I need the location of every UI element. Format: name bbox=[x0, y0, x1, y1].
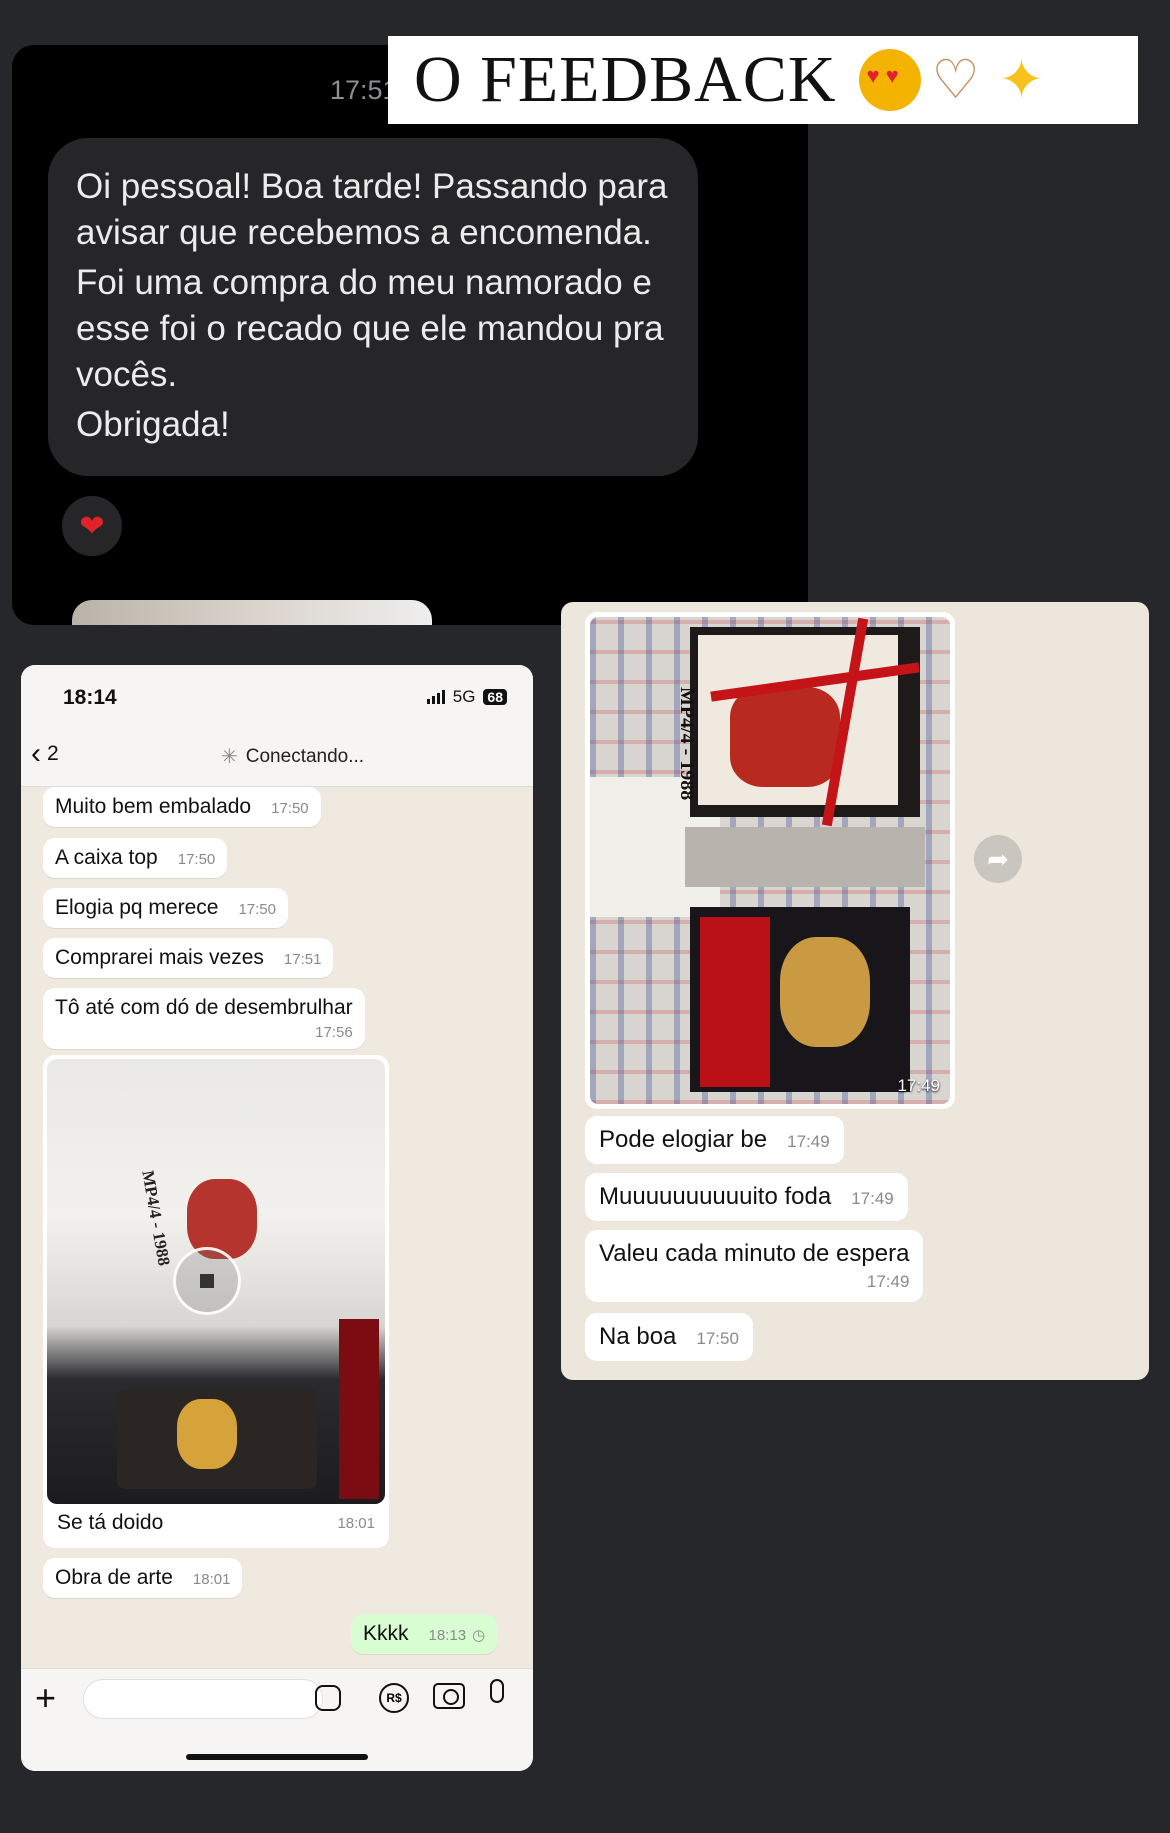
message-paragraph: Foi uma compra do meu namorado e esse fo… bbox=[76, 263, 664, 394]
message-paragraph: Obrigada! bbox=[76, 405, 230, 444]
received-message-bubble[interactable]: Oi pessoal! Boa tarde! Passando para avi… bbox=[48, 138, 698, 476]
message-time: 18:01 bbox=[337, 1515, 375, 1532]
message-bubble[interactable]: Obra de arte 18:01 bbox=[43, 1558, 243, 1598]
home-indicator bbox=[186, 1754, 368, 1760]
image-caption: Se tá doido bbox=[57, 1511, 164, 1534]
unread-count: 2 bbox=[47, 742, 59, 765]
message-bubble[interactable]: Pode elogiar be 17:49 bbox=[585, 1116, 844, 1164]
box-print-figure bbox=[117, 1389, 317, 1489]
status-bar: 18:14 5G 68 bbox=[21, 665, 533, 727]
message-text: Na boa bbox=[599, 1323, 677, 1350]
connection-status-text: Conectando... bbox=[245, 745, 365, 767]
message-text: Elogia pq merece bbox=[55, 896, 219, 919]
spinner-icon: ✳ bbox=[221, 746, 238, 768]
message-time: 18:13 bbox=[428, 1627, 467, 1644]
message-text: Muito bem embalado bbox=[55, 795, 252, 818]
chat-header: ‹ 2 ✳ Conectando... bbox=[21, 727, 533, 787]
sent-message-bubble[interactable]: Kkkk 18:13 ◷ bbox=[351, 1614, 498, 1654]
image-message[interactable]: MP4/4 - 1988 Se tá doido 18:01 bbox=[43, 1055, 389, 1548]
heart-hands-icon: ♡ bbox=[931, 50, 980, 110]
red-box bbox=[339, 1319, 379, 1499]
battery-icon: 68 bbox=[483, 689, 507, 705]
message-input[interactable] bbox=[83, 1679, 323, 1719]
message-time: 18:01 bbox=[192, 1571, 231, 1588]
message-bubble[interactable]: Valeu cada minuto de espera 17:49 bbox=[585, 1230, 924, 1302]
photo-preview bbox=[72, 600, 432, 625]
banner-emojis: ♡ ✦ bbox=[858, 49, 1053, 111]
message-time: 17:56 bbox=[315, 1024, 353, 1041]
photo-cards bbox=[685, 827, 925, 887]
connection-status: ✳ Conectando... bbox=[221, 744, 364, 769]
message-time: 17:49 bbox=[851, 1189, 894, 1208]
whatsapp-screenshot-right: MP4/4 - 1988 17:49 ➦ Pode elogiar be 17:4… bbox=[561, 602, 1149, 1380]
message-text: A caixa top bbox=[55, 846, 158, 869]
shirt-print-text: MP4/4 - 1988 bbox=[138, 1169, 174, 1268]
message-text: Obra de arte bbox=[55, 1566, 173, 1589]
plus-icon[interactable]: + bbox=[35, 1677, 56, 1719]
message-time: 17:49 bbox=[866, 1272, 910, 1291]
whatsapp-screenshot-left: 18:14 5G 68 ‹ 2 ✳ Conectando... Muito be… bbox=[21, 665, 533, 1771]
smiling-cat-heart-eyes-icon bbox=[858, 49, 921, 111]
message-text: Muuuuuuuuuuito foda bbox=[599, 1183, 832, 1210]
message-time: 17:49 bbox=[787, 1132, 830, 1151]
microphone-icon[interactable] bbox=[490, 1679, 504, 1703]
sticker-icon[interactable] bbox=[315, 1685, 341, 1711]
message-composer: + R$ bbox=[21, 1668, 533, 1771]
message-text: Kkkk bbox=[363, 1622, 409, 1645]
message-text: Valeu cada minuto de espera bbox=[599, 1240, 910, 1267]
network-type: 5G bbox=[452, 687, 476, 706]
gift-box-white-shirt bbox=[690, 627, 920, 817]
video-thumbnail[interactable]: MP4/4 - 1988 bbox=[47, 1059, 385, 1504]
forward-icon[interactable]: ➦ bbox=[974, 835, 1022, 883]
message-bubble[interactable]: Muito bem embalado 17:50 bbox=[43, 787, 321, 827]
box-print-text: MP4/4 - 1988 bbox=[676, 687, 698, 801]
instagram-dm-screenshot: 17:51 Oi pessoal! Boa tarde! Passando pa… bbox=[12, 45, 808, 625]
message-time: 17:50 bbox=[177, 851, 216, 868]
feedback-banner: O FEEDBACK ♡ ✦ bbox=[388, 36, 1138, 124]
back-button[interactable]: ‹ 2 bbox=[31, 737, 59, 771]
payment-icon[interactable]: R$ bbox=[379, 1683, 409, 1713]
message-time: 17:50 bbox=[271, 800, 309, 817]
clock-pending-icon: ◷ bbox=[472, 1627, 486, 1644]
image-message[interactable]: MP4/4 - 1988 17:49 bbox=[585, 612, 955, 1109]
status-indicators: 5G 68 bbox=[426, 687, 507, 707]
red-heart-icon[interactable]: ❤ bbox=[58, 492, 126, 560]
stop-download-icon[interactable] bbox=[173, 1247, 241, 1315]
gift-boxes-photo[interactable]: MP4/4 - 1988 17:49 bbox=[590, 617, 950, 1104]
message-bubble[interactable]: Elogia pq merece 17:50 bbox=[43, 888, 288, 928]
signal-icon bbox=[426, 690, 445, 704]
gift-box-black-shirt bbox=[690, 907, 910, 1092]
sparkles-icon: ✦ bbox=[998, 50, 1045, 110]
shirt-print-figure bbox=[187, 1179, 257, 1259]
message-bubble[interactable]: Tô até com dó de desembrulhar 17:56 bbox=[43, 988, 365, 1049]
message-bubble[interactable]: A caixa top 17:50 bbox=[43, 838, 228, 878]
camera-icon[interactable] bbox=[433, 1683, 465, 1709]
message-paragraph: Oi pessoal! Boa tarde! Passando para avi… bbox=[76, 167, 668, 252]
message-bubble[interactable]: Muuuuuuuuuuito foda 17:49 bbox=[585, 1173, 908, 1221]
message-time: 17:51 bbox=[283, 951, 322, 968]
message-time: 17:50 bbox=[238, 901, 276, 918]
message-bubble[interactable]: Comprarei mais vezes 17:51 bbox=[43, 938, 334, 978]
message-bubble[interactable]: Na boa 17:50 bbox=[585, 1313, 753, 1361]
chevron-left-icon: ‹ bbox=[31, 737, 41, 770]
message-text: Comprarei mais vezes bbox=[55, 946, 264, 969]
message-time: 17:50 bbox=[696, 1329, 739, 1348]
status-time: 18:14 bbox=[63, 686, 117, 709]
banner-title: O FEEDBACK bbox=[414, 43, 837, 116]
message-time: 17:49 bbox=[897, 1076, 940, 1095]
message-text: Pode elogiar be bbox=[599, 1126, 768, 1153]
message-text: Tô até com dó de desembrulhar bbox=[55, 996, 353, 1019]
